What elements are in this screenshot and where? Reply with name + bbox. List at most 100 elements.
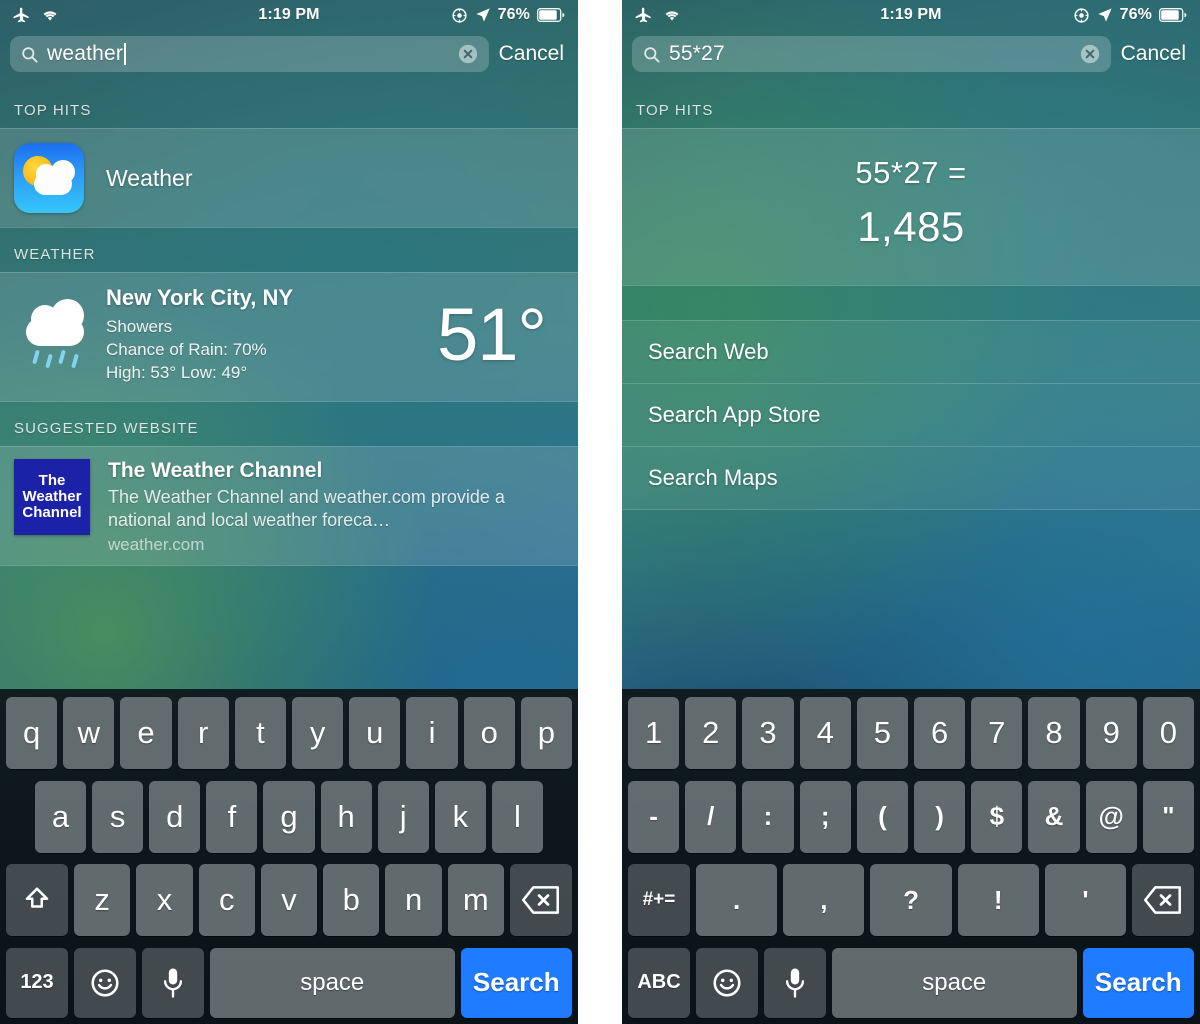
backspace-icon[interactable] <box>509 864 572 937</box>
microphone-icon[interactable] <box>142 947 204 1018</box>
key-apostrophe[interactable]: ' <box>1044 864 1127 937</box>
search-input-right[interactable]: 55*27 <box>632 36 1111 72</box>
key-a[interactable]: a <box>35 780 87 853</box>
search-input-value-left: weather <box>47 42 124 65</box>
key-space[interactable]: space <box>832 947 1077 1018</box>
battery-percent-right: 76% <box>1119 6 1152 23</box>
search-icon <box>20 45 39 64</box>
keyboard-row-1: q w e r t y u i o p <box>3 697 575 769</box>
search-option-app-store[interactable]: Search App Store <box>622 383 1200 446</box>
key-w[interactable]: w <box>63 697 115 769</box>
section-header-top-hits: TOP HITS <box>14 102 92 119</box>
key-search-return[interactable]: Search <box>460 947 572 1018</box>
cancel-button-right[interactable]: Cancel <box>1121 42 1190 66</box>
key-j[interactable]: j <box>377 780 429 853</box>
key-colon[interactable]: : <box>742 780 794 853</box>
key-k[interactable]: k <box>434 780 486 853</box>
key-semicolon[interactable]: ; <box>799 780 851 853</box>
key-ampersand[interactable]: & <box>1028 780 1080 853</box>
backspace-icon[interactable] <box>1132 864 1195 937</box>
weather-chance-of-rain: Chance of Rain: 70% <box>106 339 267 359</box>
key-q[interactable]: q <box>5 697 58 769</box>
key-5[interactable]: 5 <box>856 697 908 769</box>
search-icon <box>642 45 661 64</box>
key-search-return[interactable]: Search <box>1082 947 1194 1018</box>
calculator-result-card[interactable]: 55*27 = 1,485 <box>622 128 1200 286</box>
section-header-weather: WEATHER <box>14 246 96 263</box>
emoji-icon[interactable] <box>696 947 758 1018</box>
search-input-value-right: 55*27 <box>669 42 725 65</box>
emoji-icon[interactable] <box>74 947 136 1018</box>
key-alphabetic-mode[interactable]: ABC <box>628 947 690 1018</box>
key-x[interactable]: x <box>136 864 193 937</box>
key-3[interactable]: 3 <box>742 697 794 769</box>
status-bar-left: 1:19 PM 76% <box>0 0 578 30</box>
key-u[interactable]: u <box>349 697 401 769</box>
search-bar-left: weather Cancel <box>0 30 578 84</box>
key-numeric-mode[interactable]: 123 <box>6 947 68 1018</box>
key-4[interactable]: 4 <box>799 697 851 769</box>
key-c[interactable]: c <box>198 864 255 937</box>
weather-channel-logo-icon: The Weather Channel <box>14 458 90 535</box>
key-symbols-mode[interactable]: #+= <box>628 864 690 937</box>
key-6[interactable]: 6 <box>914 697 966 769</box>
key-9[interactable]: 9 <box>1085 697 1137 769</box>
weather-app-icon <box>14 143 84 213</box>
weather-row[interactable]: New York City, NY Showers Chance of Rain… <box>0 273 578 401</box>
key-l[interactable]: l <box>491 780 543 853</box>
key-slash[interactable]: / <box>685 780 737 853</box>
key-m[interactable]: m <box>447 864 504 937</box>
key-s[interactable]: s <box>92 780 144 853</box>
key-h[interactable]: h <box>320 780 372 853</box>
key-comma[interactable]: , <box>783 864 865 937</box>
key-o[interactable]: o <box>463 697 515 769</box>
search-option-maps[interactable]: Search Maps <box>622 446 1200 510</box>
key-n[interactable]: n <box>385 864 442 937</box>
key-8[interactable]: 8 <box>1028 697 1080 769</box>
key-d[interactable]: d <box>149 780 201 853</box>
suggested-website-row[interactable]: The Weather Channel The Weather Channel … <box>0 447 578 565</box>
key-r[interactable]: r <box>177 697 229 769</box>
key-2[interactable]: 2 <box>685 697 737 769</box>
key-g[interactable]: g <box>263 780 315 853</box>
status-bar-right: 1:19 PM 76% <box>622 0 1200 30</box>
shift-icon[interactable] <box>6 864 69 937</box>
key-at[interactable]: @ <box>1085 780 1137 853</box>
clear-text-icon[interactable] <box>457 43 479 65</box>
key-v[interactable]: v <box>260 864 318 937</box>
key-b[interactable]: b <box>323 864 380 937</box>
key-exclamation[interactable]: ! <box>957 864 1039 937</box>
key-i[interactable]: i <box>406 697 458 769</box>
key-paren-open[interactable]: ( <box>856 780 908 853</box>
comparison-screenshot: 1:19 PM 76% weather Cancel TOP HITS Weat… <box>0 0 1200 1024</box>
search-option-web[interactable]: Search Web <box>622 320 1200 383</box>
key-z[interactable]: z <box>74 864 131 937</box>
key-paren-close[interactable]: ) <box>914 780 966 853</box>
key-dollar[interactable]: $ <box>971 780 1023 853</box>
key-question[interactable]: ? <box>870 864 952 937</box>
wifi-icon <box>40 7 60 23</box>
key-p[interactable]: p <box>520 697 573 769</box>
clear-text-icon[interactable] <box>1079 43 1101 65</box>
key-t[interactable]: t <box>234 697 286 769</box>
logo-line-3: Channel <box>22 503 82 521</box>
calculator-result: 1,485 <box>857 203 965 250</box>
top-hit-row-weather-app[interactable]: Weather <box>0 129 578 227</box>
key-quote[interactable]: " <box>1142 780 1195 853</box>
battery-icon <box>537 8 566 22</box>
key-0[interactable]: 0 <box>1142 697 1195 769</box>
key-e[interactable]: e <box>120 697 172 769</box>
key-1[interactable]: 1 <box>627 697 680 769</box>
key-hyphen[interactable]: - <box>627 780 680 853</box>
weather-temperature: 51° <box>437 292 547 376</box>
location-arrow-icon <box>1097 7 1113 23</box>
search-input-left[interactable]: weather <box>10 36 489 72</box>
microphone-icon[interactable] <box>764 947 826 1018</box>
key-space[interactable]: space <box>210 947 455 1018</box>
key-7[interactable]: 7 <box>971 697 1023 769</box>
search-results-right: TOP HITS 55*27 = 1,485 Search Web Search… <box>622 84 1200 510</box>
key-y[interactable]: y <box>292 697 344 769</box>
cancel-button-left[interactable]: Cancel <box>499 42 568 66</box>
key-f[interactable]: f <box>206 780 258 853</box>
key-period[interactable]: . <box>696 864 778 937</box>
